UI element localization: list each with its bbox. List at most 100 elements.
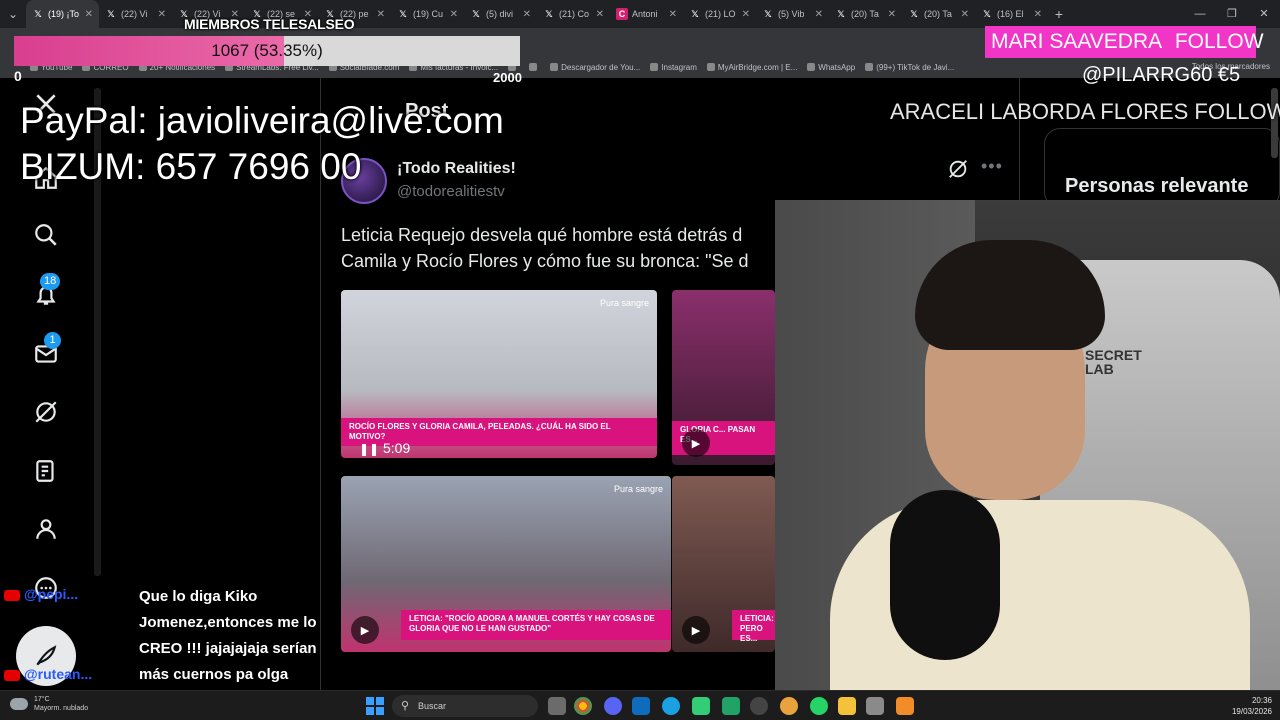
close-tab-icon[interactable]: ✕ bbox=[596, 9, 604, 20]
taskbar-search[interactable]: Buscar bbox=[392, 695, 538, 717]
app-icon[interactable] bbox=[780, 697, 798, 715]
chrome-icon[interactable] bbox=[574, 697, 592, 715]
browser-tab[interactable]: 𝕏 (19) Cu ✕ bbox=[391, 0, 464, 28]
weather-temp: 17°C bbox=[34, 696, 50, 703]
bookmark-favicon-icon bbox=[807, 63, 816, 71]
bookmark-item[interactable]: Descargador de You... bbox=[550, 63, 640, 72]
bizum-line: BIZUM: 657 7696 00 bbox=[20, 146, 362, 187]
system-clock[interactable]: 20:36 19/03/2026 bbox=[1232, 695, 1272, 717]
tab-title: (19) ¡To bbox=[48, 9, 80, 19]
c-icon: C bbox=[616, 8, 628, 20]
chair-logo: SECRET LAB bbox=[1085, 347, 1142, 377]
close-tab-icon[interactable]: ✕ bbox=[158, 9, 166, 20]
task-view-icon[interactable] bbox=[548, 697, 566, 715]
messages-icon[interactable]: 1 bbox=[30, 332, 62, 370]
bookmark-label: MyAirBridge.com | E... bbox=[717, 62, 798, 72]
bookmark-label: Descargador de You... bbox=[561, 62, 641, 72]
vlc-icon[interactable] bbox=[896, 697, 914, 715]
pause-icon[interactable]: ❚❚ bbox=[359, 442, 379, 456]
minimize-icon[interactable]: — bbox=[1184, 0, 1216, 28]
weather-widget[interactable]: 17°C Mayorm. nublado bbox=[10, 695, 88, 713]
bookmark-favicon-icon bbox=[865, 63, 874, 71]
more-icon[interactable]: ••• bbox=[981, 156, 1003, 177]
x-icon: 𝕏 bbox=[34, 8, 42, 19]
lists-icon[interactable] bbox=[30, 455, 62, 487]
x-icon: 𝕏 bbox=[399, 8, 407, 19]
donation-alert: @PILARRG60 €5 bbox=[1082, 64, 1241, 86]
goal-max-label: 2000 bbox=[493, 70, 522, 85]
tab-title: (22) Vi bbox=[121, 9, 148, 19]
edge-icon[interactable] bbox=[662, 697, 680, 715]
bookmark-item[interactable]: WhatsApp bbox=[807, 63, 855, 72]
video-media[interactable]: Pura sangre ROCÍO FLORES Y GLORIA CAMILA… bbox=[341, 290, 657, 458]
excel-icon[interactable] bbox=[722, 697, 740, 715]
close-window-icon[interactable]: ✕ bbox=[1248, 0, 1280, 28]
close-tab-icon[interactable]: ✕ bbox=[1034, 9, 1042, 20]
x-icon: 𝕏 bbox=[764, 8, 772, 19]
play-icon[interactable]: ▶ bbox=[682, 616, 710, 644]
browser-tab[interactable]: 𝕏 (20) Ta ✕ bbox=[902, 0, 975, 28]
close-tab-icon[interactable]: ✕ bbox=[523, 9, 531, 20]
obs-icon[interactable] bbox=[750, 697, 768, 715]
close-tab-icon[interactable]: ✕ bbox=[85, 9, 93, 20]
tab-title: (21) Co bbox=[559, 9, 590, 19]
browser-tab[interactable]: 𝕏 (5) divi ✕ bbox=[464, 0, 537, 28]
window-controls: — ❐ ✕ bbox=[1184, 0, 1280, 28]
browser-tab[interactable]: 𝕏 (16) El ✕ bbox=[975, 0, 1048, 28]
bookmark-item[interactable]: (99+) TikTok de Javi... bbox=[865, 63, 954, 72]
post-text-line: Camila y Rocío Flores y cómo fue su bron… bbox=[341, 251, 749, 271]
app-icon[interactable] bbox=[866, 697, 884, 715]
bookmark-item[interactable] bbox=[529, 63, 540, 71]
bookmark-item[interactable]: Instagram bbox=[650, 63, 697, 72]
search-icon[interactable] bbox=[30, 219, 62, 251]
whatsapp-icon[interactable] bbox=[810, 697, 828, 715]
weather-desc: Mayorm. nublado bbox=[34, 705, 89, 712]
close-tab-icon[interactable]: ✕ bbox=[377, 9, 385, 20]
play-icon[interactable]: ▶ bbox=[351, 616, 379, 644]
file-explorer-icon[interactable] bbox=[838, 697, 856, 715]
x-icon: 𝕏 bbox=[472, 8, 480, 19]
follow-word: FOLLOW bbox=[1174, 30, 1264, 53]
browser-tab[interactable]: 𝕏 (21) Co ✕ bbox=[537, 0, 610, 28]
tab-search-button[interactable]: ⌄ bbox=[0, 0, 26, 28]
close-tab-icon[interactable]: ✕ bbox=[961, 9, 969, 20]
close-tab-icon[interactable]: ✕ bbox=[888, 9, 896, 20]
restore-icon[interactable]: ❐ bbox=[1216, 0, 1248, 28]
browser-tab[interactable]: 𝕏 (21) LO ✕ bbox=[683, 0, 756, 28]
browser-tab[interactable]: 𝕏 (20) Ta ✕ bbox=[829, 0, 902, 28]
post-text: Leticia Requejo desvela qué hombre está … bbox=[341, 222, 801, 274]
app-icon[interactable] bbox=[692, 697, 710, 715]
outlook-icon[interactable] bbox=[632, 697, 650, 715]
close-tab-icon[interactable]: ✕ bbox=[742, 9, 750, 20]
tab-title: (5) divi bbox=[486, 9, 514, 19]
messages-badge: 1 bbox=[44, 332, 61, 349]
close-tab-icon[interactable]: ✕ bbox=[669, 9, 677, 20]
tab-title: (5) Vib bbox=[778, 9, 805, 19]
discord-icon[interactable] bbox=[604, 697, 622, 715]
donation-info: PayPal: javioliveira@live.com BIZUM: 657… bbox=[20, 98, 504, 190]
play-icon[interactable]: ▶ bbox=[682, 429, 710, 457]
browser-tab[interactable]: C Antoni ✕ bbox=[610, 0, 683, 28]
windows-start-icon[interactable] bbox=[366, 697, 384, 715]
cloud-icon bbox=[10, 698, 28, 710]
grok-explain-icon[interactable] bbox=[947, 158, 969, 185]
browser-tab[interactable]: 𝕏 (5) Vib ✕ bbox=[756, 0, 829, 28]
new-tab-button[interactable]: + bbox=[1048, 6, 1070, 22]
chat-overlay: @pepi... @rutean... Que lo diga Kiko Jom… bbox=[0, 580, 350, 690]
follower-name: MARI SAAVEDRA bbox=[991, 30, 1161, 53]
browser-tab[interactable]: 𝕏 (19) ¡To ✕ bbox=[26, 0, 99, 28]
x-icon: 𝕏 bbox=[691, 8, 699, 19]
tab-title: (20) Ta bbox=[851, 9, 879, 19]
notifications-icon[interactable]: 18 bbox=[30, 273, 62, 311]
media-image[interactable]: Pura sangre LETICIA: "ROCÍO ADORA A MANU… bbox=[341, 476, 671, 652]
profile-icon[interactable] bbox=[30, 513, 62, 545]
browser-tab[interactable]: 𝕏 (22) Vi ✕ bbox=[99, 0, 172, 28]
bookmark-item[interactable]: MyAirBridge.com | E... bbox=[706, 62, 798, 72]
follow-alert: MARI SAAVEDRA FOLLOW bbox=[985, 26, 1264, 58]
close-tab-icon[interactable]: ✕ bbox=[815, 9, 823, 20]
media-image[interactable]: GLORIA C... PASAN ES... ▶ bbox=[672, 290, 775, 465]
media-image[interactable]: LETICIA: PERO ES... ▶ bbox=[672, 476, 775, 652]
close-tab-icon[interactable]: ✕ bbox=[450, 9, 458, 20]
grok-icon[interactable] bbox=[30, 396, 62, 428]
tab-title: (19) Cu bbox=[413, 9, 444, 19]
